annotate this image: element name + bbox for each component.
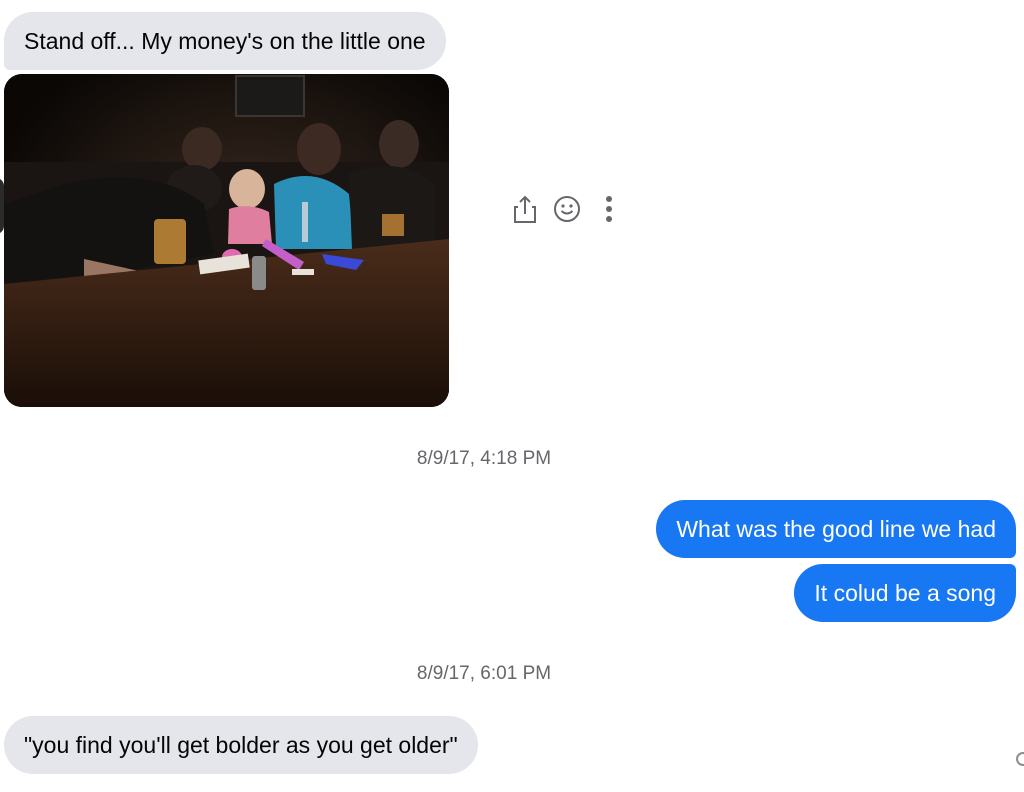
message-actions	[510, 192, 624, 226]
share-icon	[514, 195, 536, 223]
read-receipt-icon	[1016, 752, 1024, 766]
outgoing-message-bubble[interactable]: What was the good line we had	[656, 500, 1016, 558]
photo-image	[4, 74, 449, 407]
react-button[interactable]	[552, 192, 582, 226]
share-button[interactable]	[510, 192, 540, 226]
incoming-message-bubble[interactable]: "you find you'll get bolder as you get o…	[4, 716, 478, 774]
incoming-message-bubble[interactable]: Stand off... My money's on the little on…	[4, 12, 446, 70]
message-thread: Stand off... My money's on the little on…	[0, 0, 1024, 792]
message-photo[interactable]	[4, 74, 449, 407]
outgoing-message-bubble[interactable]: It colud be a song	[794, 564, 1016, 622]
timestamp: 8/9/17, 4:18 PM	[416, 448, 552, 469]
more-vertical-icon	[606, 196, 612, 222]
timestamp: 8/9/17, 6:01 PM	[416, 663, 552, 684]
smiley-icon	[554, 196, 580, 222]
more-button[interactable]	[594, 192, 624, 226]
